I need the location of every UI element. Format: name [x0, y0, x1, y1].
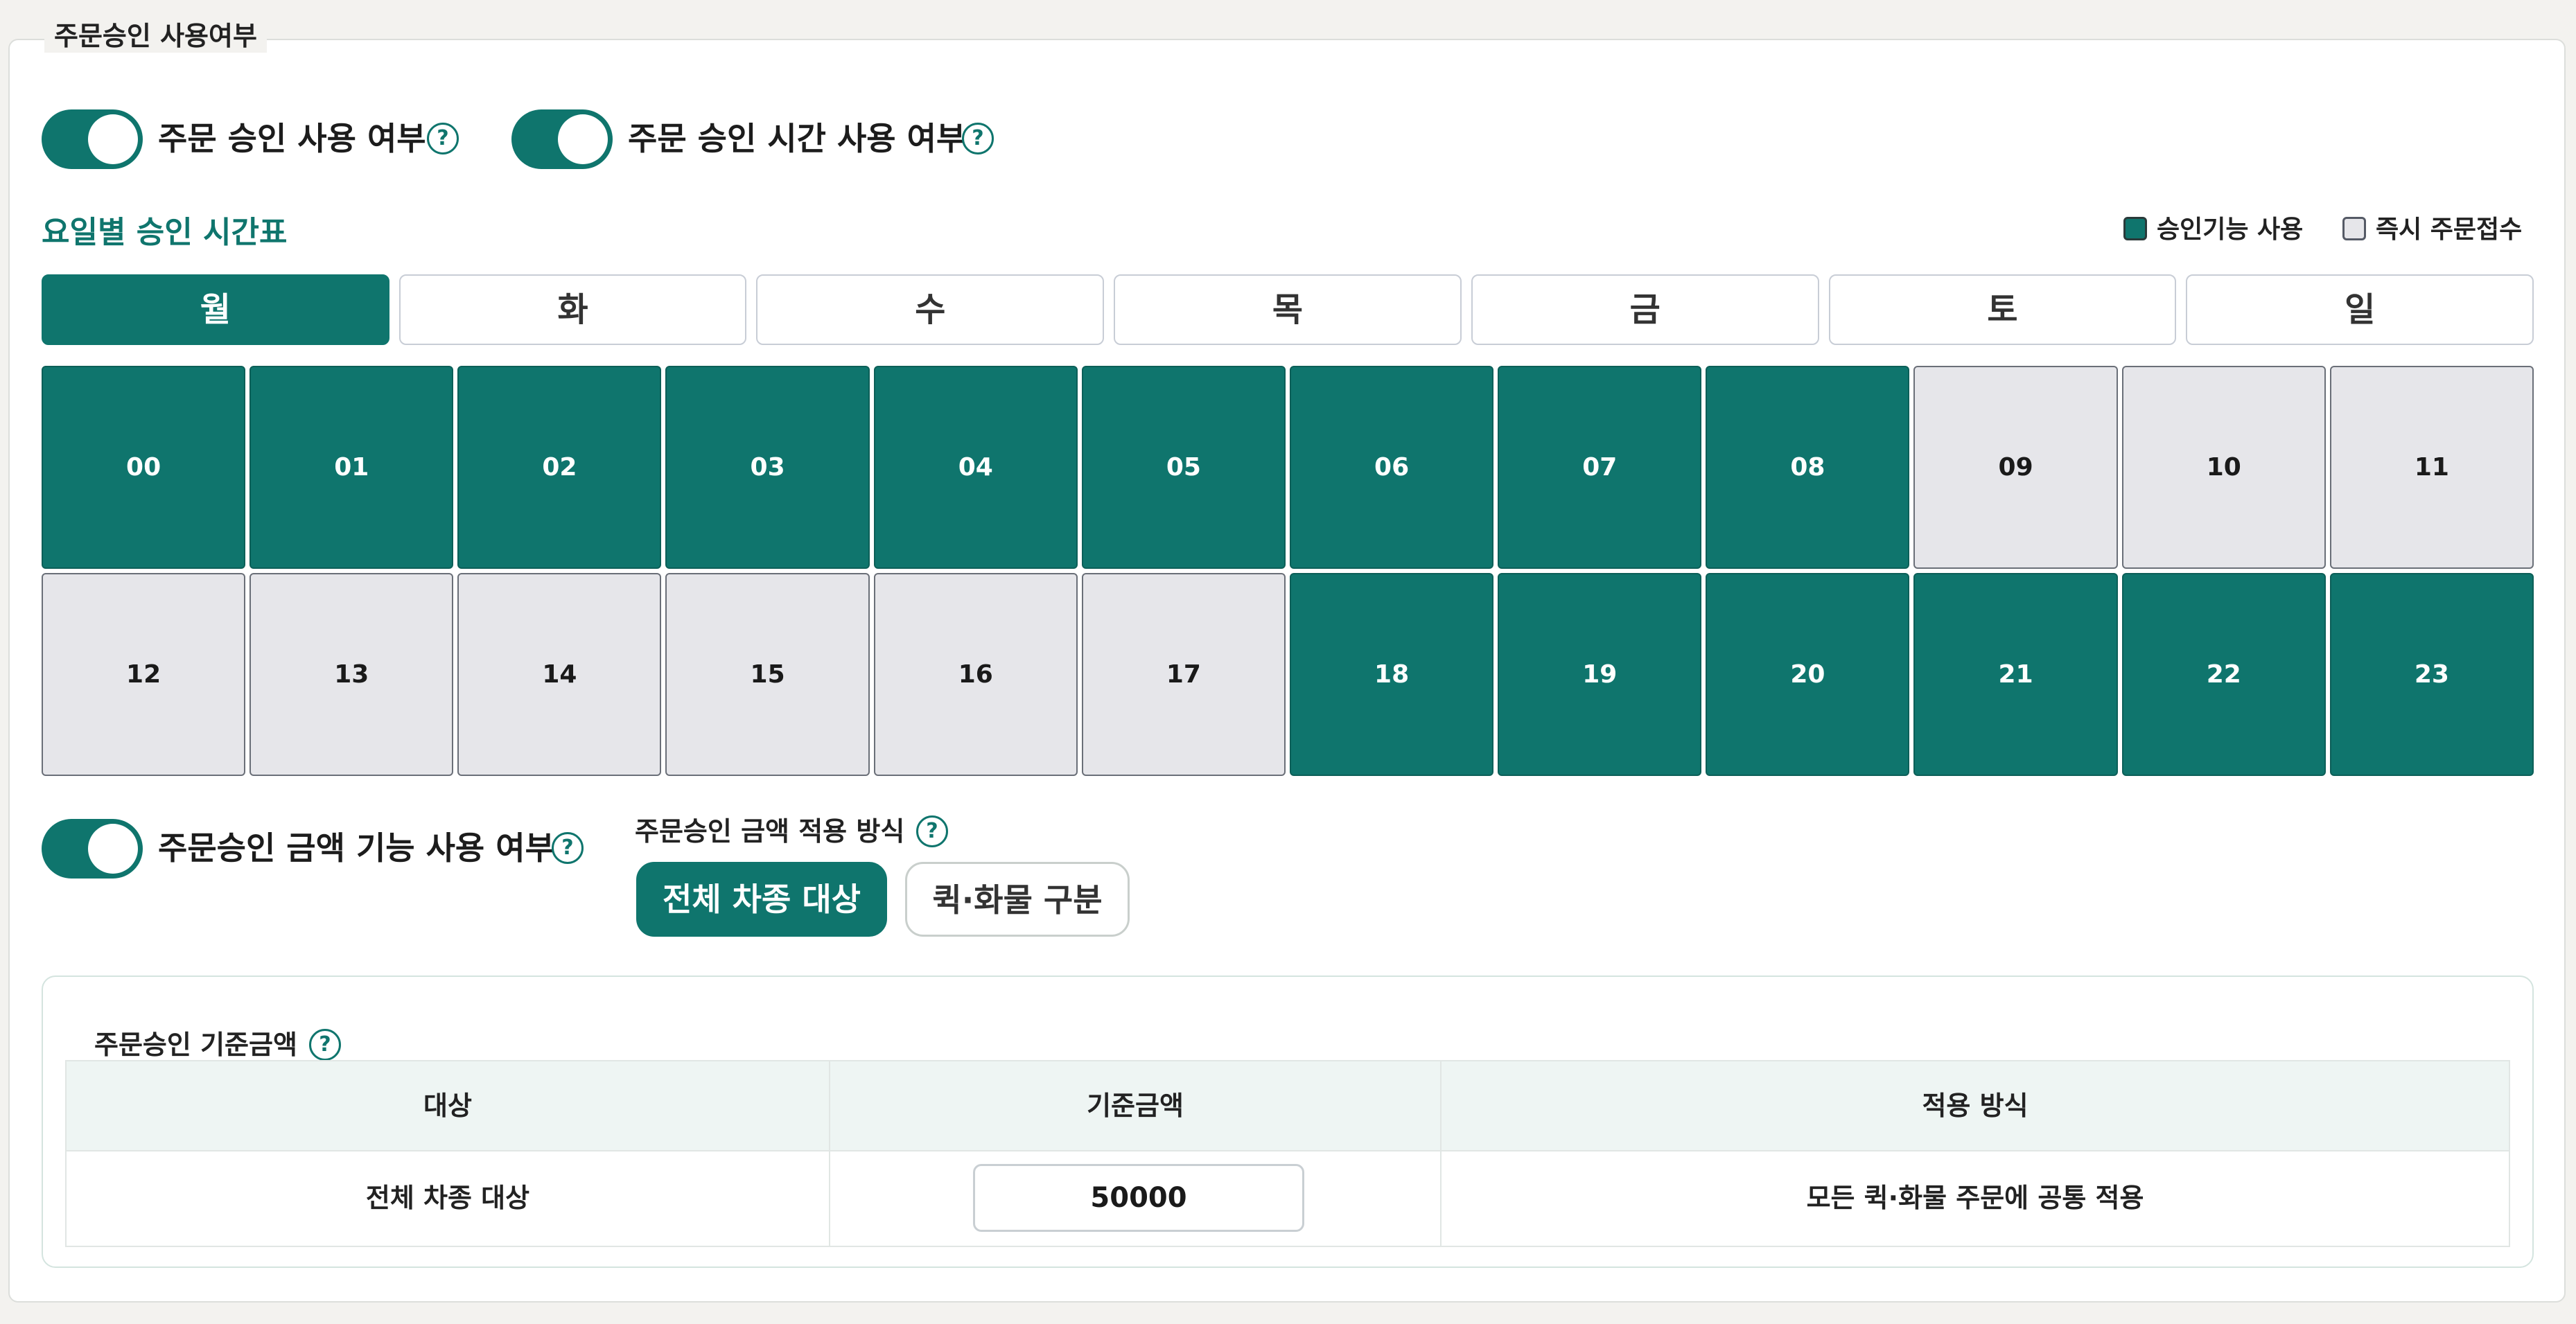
legend-label-off: 즉시 주문접수 [2376, 215, 2523, 244]
hour-cell-03[interactable]: 03 [665, 366, 870, 569]
day-tabs: 월 화 수 목 금 토 일 [42, 274, 2534, 345]
hour-cell-14[interactable]: 14 [457, 573, 662, 776]
hour-cell-00[interactable]: 00 [42, 366, 246, 569]
hour-cell-04[interactable]: 04 [873, 366, 1078, 569]
hour-cell-22[interactable]: 22 [2121, 573, 2326, 776]
hour-cell-08[interactable]: 08 [1706, 366, 1910, 569]
help-icon[interactable]: ? [916, 815, 948, 847]
toggle-knob [88, 824, 138, 874]
toggle-knob [88, 114, 138, 164]
help-icon[interactable]: ? [552, 832, 584, 864]
hour-cell-13[interactable]: 13 [249, 573, 454, 776]
hour-cell-20[interactable]: 20 [1706, 573, 1910, 776]
tab-day-sun[interactable]: 일 [2186, 274, 2534, 345]
hour-cell-10[interactable]: 10 [2121, 366, 2326, 569]
legend-immediate: 즉시 주문접수 [2342, 212, 2522, 248]
hour-cell-18[interactable]: 18 [1289, 573, 1494, 776]
legend-swatch-off [2342, 217, 2366, 240]
method-label: 주문승인 금액 적용 방식 [635, 816, 905, 847]
header-target: 대상 [423, 1091, 472, 1121]
help-icon[interactable]: ? [309, 1029, 341, 1061]
header-amount: 기준금액 [1087, 1091, 1184, 1121]
hour-grid: 00 01 02 03 04 05 06 07 08 09 10 11 12 13 14 15 16 17 18 19… [42, 366, 2534, 776]
tab-day-fri[interactable]: 금 [1471, 274, 1819, 345]
header-method: 적용 방식 [1922, 1091, 2029, 1121]
help-icon[interactable]: ? [427, 123, 459, 155]
schedule-title: 요일별 승인 시간표 [42, 215, 288, 250]
approval-use-label: 주문 승인 사용 여부 [158, 120, 426, 157]
hour-cell-06[interactable]: 06 [1289, 366, 1494, 569]
hour-cell-05[interactable]: 05 [1081, 366, 1286, 569]
method-option-split-quick-cargo[interactable]: 퀵·화물 구분 [905, 862, 1130, 937]
legend-swatch-on [2123, 217, 2147, 240]
hour-cell-19[interactable]: 19 [1498, 573, 1702, 776]
tab-day-sat[interactable]: 토 [1828, 274, 2177, 345]
amount-use-toggle[interactable] [42, 819, 143, 879]
hour-cell-01[interactable]: 01 [249, 366, 454, 569]
tab-day-mon[interactable]: 월 [42, 274, 389, 345]
legend-label-on: 승인기능 사용 [2157, 215, 2304, 244]
hour-cell-09[interactable]: 09 [1913, 366, 2118, 569]
hour-cell-12[interactable]: 12 [42, 573, 246, 776]
legend-approval-on: 승인기능 사용 [2123, 212, 2303, 248]
hour-cell-07[interactable]: 07 [1498, 366, 1702, 569]
hour-cell-17[interactable]: 17 [1081, 573, 1286, 776]
hour-cell-11[interactable]: 11 [2329, 366, 2534, 569]
hour-cell-16[interactable]: 16 [873, 573, 1078, 776]
approval-use-toggle[interactable] [42, 109, 143, 169]
approval-time-use-toggle[interactable] [511, 109, 613, 169]
method-option-all-vehicles[interactable]: 전체 차종 대상 [636, 862, 887, 937]
threshold-table: 대상 기준금액 적용 방식 전체 차종 대상 50000 모든 퀵·화물 주문에… [65, 1060, 2510, 1247]
tab-day-thu[interactable]: 목 [1114, 274, 1462, 345]
hour-cell-15[interactable]: 15 [665, 573, 870, 776]
hour-cell-02[interactable]: 02 [457, 366, 662, 569]
toggle-knob [558, 114, 608, 164]
hour-cell-21[interactable]: 21 [1913, 573, 2118, 776]
tab-day-wed[interactable]: 수 [756, 274, 1105, 345]
approval-time-use-label: 주문 승인 시간 사용 여부 [628, 120, 966, 157]
threshold-amount-input[interactable]: 50000 [973, 1164, 1304, 1232]
amount-use-label: 주문승인 금액 기능 사용 여부 [158, 829, 554, 867]
hour-cell-23[interactable]: 23 [2329, 573, 2534, 776]
cell-applied: 모든 퀵·화물 주문에 공통 적용 [1806, 1183, 2144, 1213]
cell-target: 전체 차종 대상 [365, 1183, 530, 1213]
threshold-card: 주문승인 기준금액 ? 대상 기준금액 적용 방식 전체 차종 대상 50000… [42, 976, 2534, 1268]
help-icon[interactable]: ? [962, 123, 994, 155]
threshold-title: 주문승인 기준금액 [94, 1030, 297, 1060]
tab-day-tue[interactable]: 화 [398, 274, 747, 345]
panel-legend: 주문승인 사용여부 [44, 19, 267, 53]
